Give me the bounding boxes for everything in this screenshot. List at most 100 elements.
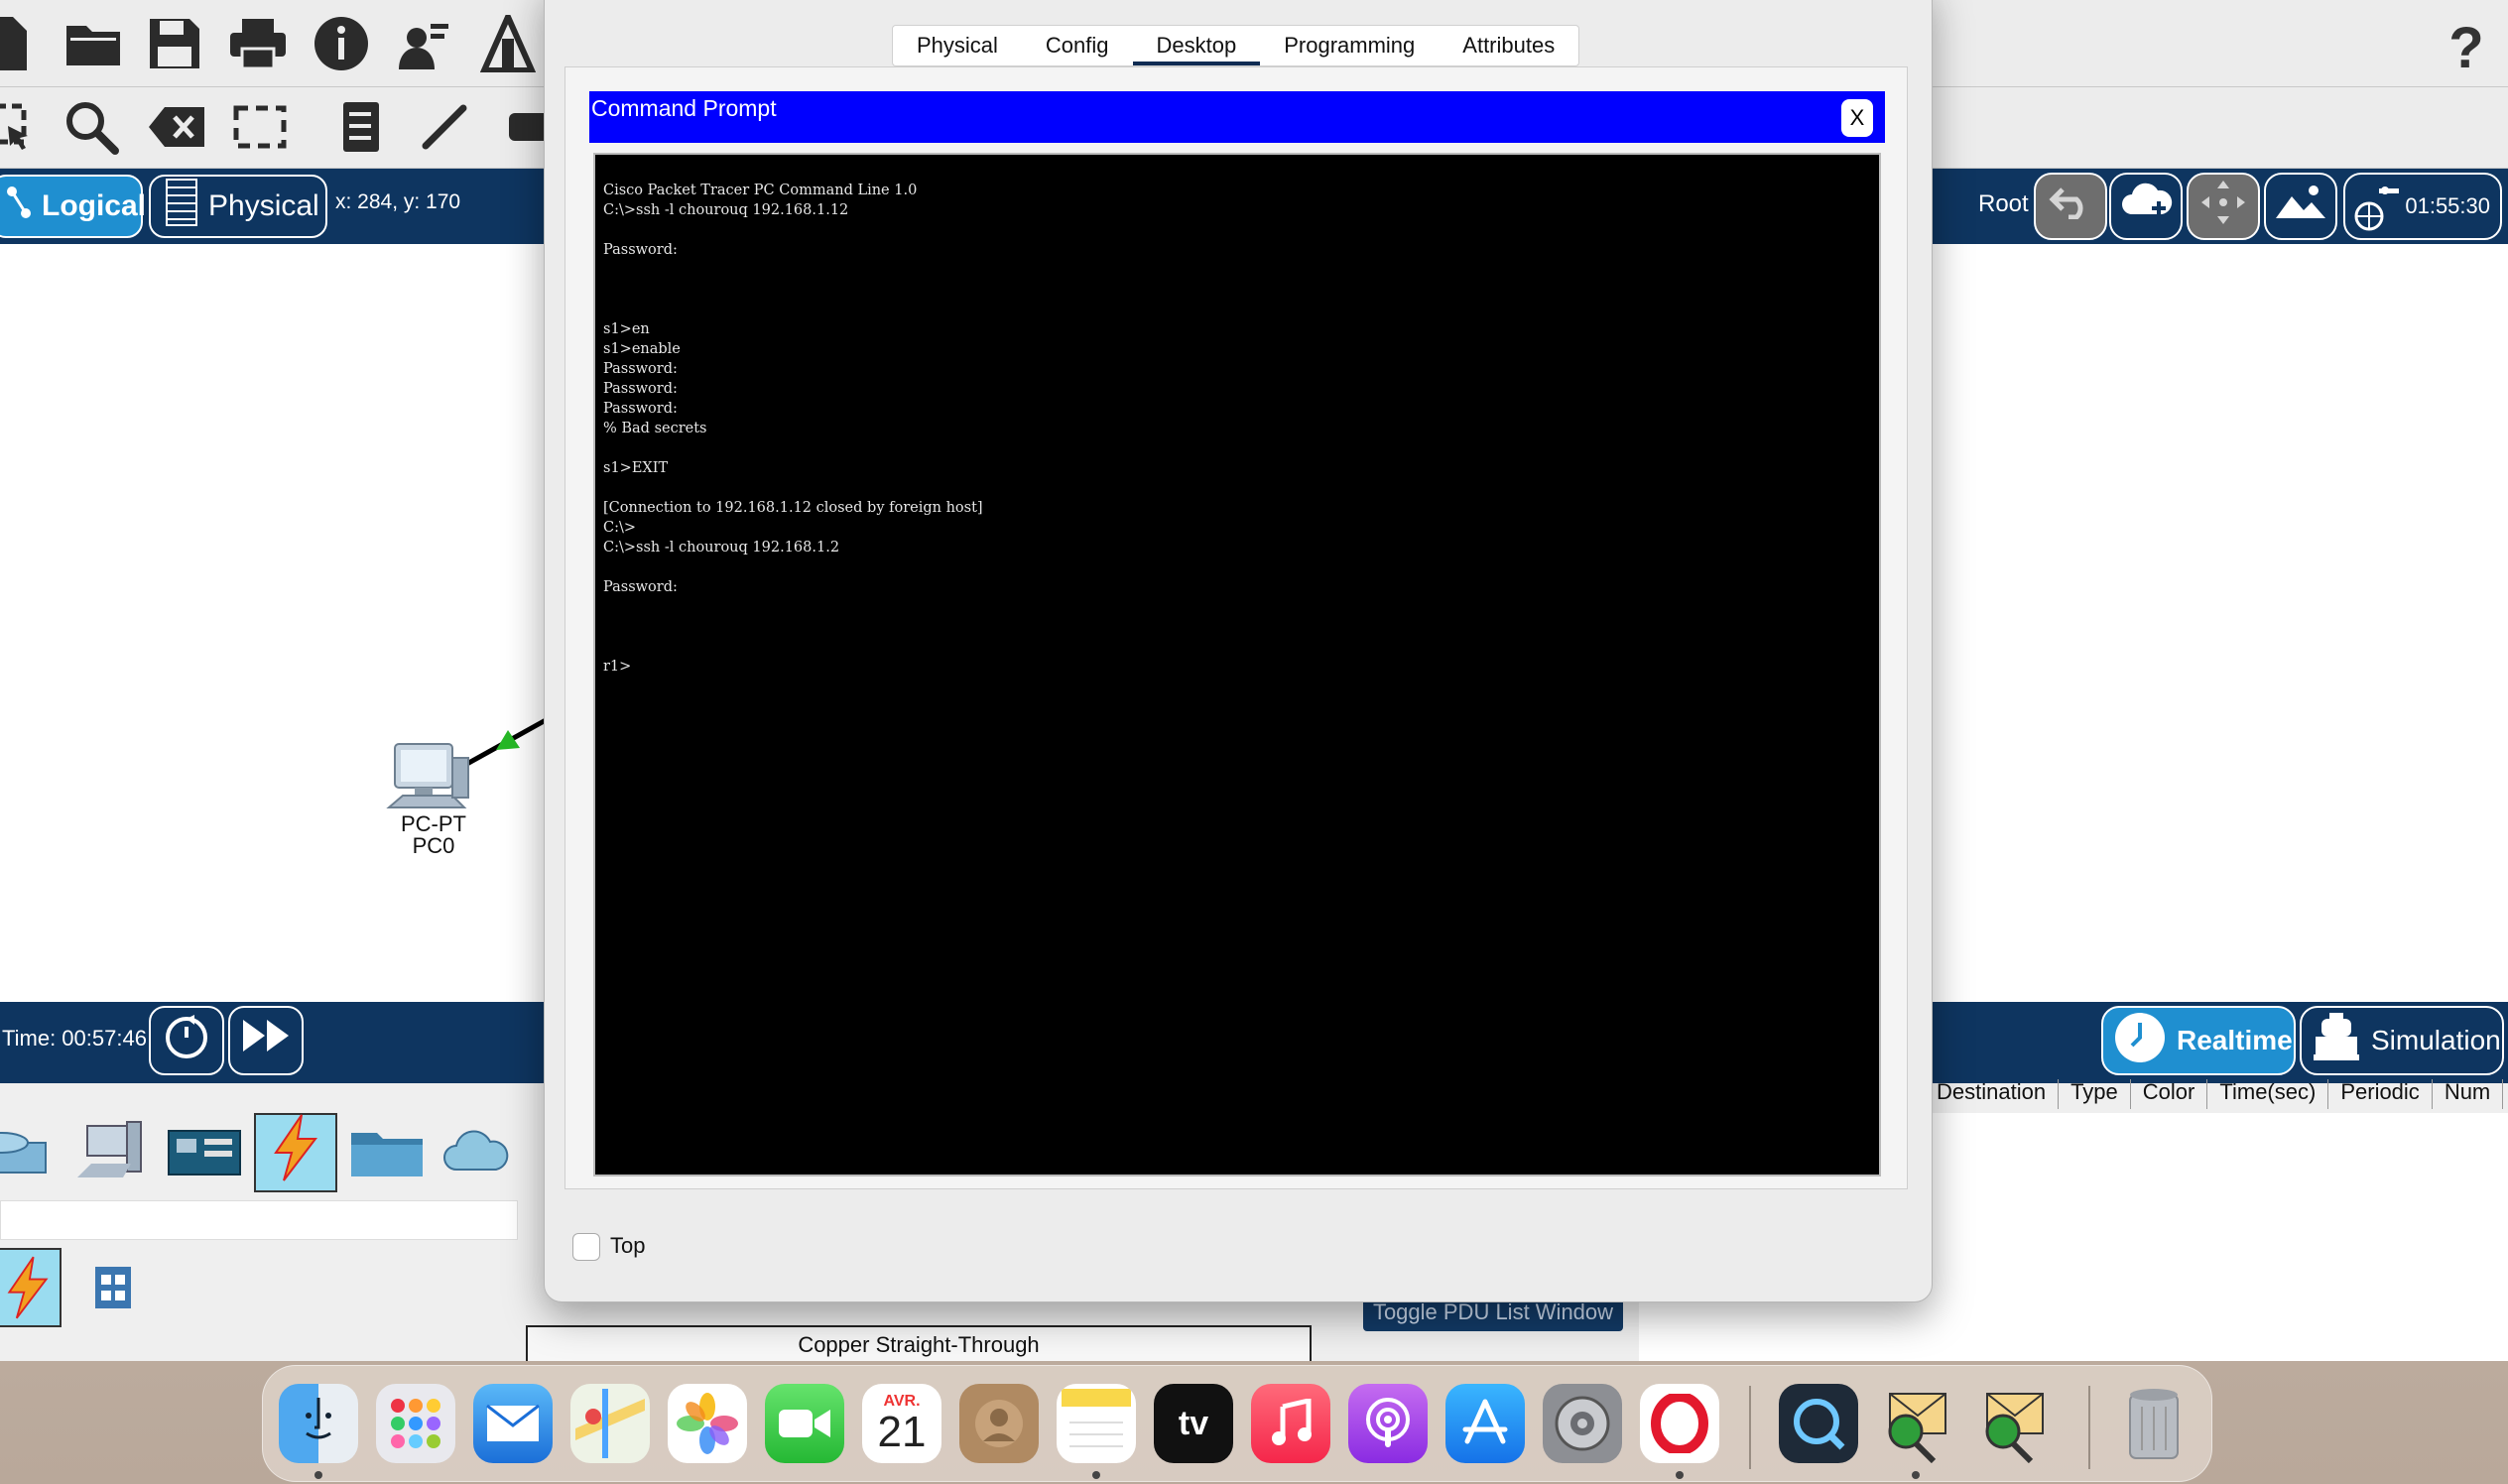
help-icon[interactable]: ? — [2431, 12, 2502, 83]
packet-tracer-window: ? Logical Physical x: 284, y: 170 Root 0… — [0, 0, 2508, 1361]
open-folder-icon[interactable] — [58, 8, 129, 79]
command-prompt-terminal[interactable]: Cisco Packet Tracer PC Command Line 1.0 … — [593, 153, 1881, 1176]
physical-view-button[interactable]: Physical — [149, 175, 327, 238]
logical-view-button[interactable]: Logical — [0, 175, 147, 238]
miscellaneous-category[interactable] — [345, 1113, 429, 1192]
clock-time: 01:55:30 — [2405, 193, 2490, 218]
tab-programming[interactable]: Programming — [1260, 26, 1439, 65]
move-object-button[interactable] — [2187, 173, 2260, 240]
fast-forward-icon — [241, 1018, 291, 1063]
resize-shape-icon[interactable] — [224, 91, 296, 163]
search-icon[interactable] — [56, 91, 127, 163]
simulation-label: Simulation — [2371, 1025, 2501, 1055]
facetime-icon[interactable] — [765, 1384, 844, 1463]
device-type-list[interactable] — [0, 1200, 518, 1240]
podcasts-icon[interactable] — [1348, 1384, 1428, 1463]
app-store-icon[interactable] — [1445, 1384, 1525, 1463]
set-background-button[interactable] — [2264, 173, 2337, 240]
pdu-col-color: Color — [2131, 1079, 2208, 1109]
custom-device-icon[interactable] — [472, 8, 544, 79]
music-icon[interactable] — [1251, 1384, 1330, 1463]
dock-separator — [1749, 1386, 1751, 1469]
cursor-coordinates: x: 284, y: 170 — [335, 190, 461, 213]
apple-tv-label: tv — [1178, 1404, 1209, 1442]
logical-topology-icon — [6, 186, 32, 227]
calendar-day: 21 — [877, 1408, 927, 1456]
print-icon[interactable] — [222, 8, 294, 79]
pdu-col-edit: E — [2503, 1079, 2508, 1109]
pdu-col-time: Time(sec) — [2207, 1079, 2329, 1109]
simulation-time: Time: 00:57:46 — [2, 1026, 147, 1051]
tab-attributes[interactable]: Attributes — [1439, 26, 1578, 65]
tab-desktop[interactable]: Desktop — [1132, 26, 1261, 65]
grid-icon[interactable] — [91, 1260, 135, 1315]
new-cluster-button[interactable] — [2109, 173, 2183, 240]
terminal-output: Cisco Packet Tracer PC Command Line 1.0 … — [603, 183, 983, 675]
activity-wizard-icon[interactable] — [387, 8, 458, 79]
pdu-col-type: Type — [2059, 1079, 2131, 1109]
reset-cycle-icon — [162, 1011, 211, 1070]
system-preferences-icon[interactable] — [1543, 1384, 1622, 1463]
command-prompt-title: Command Prompt — [591, 95, 777, 121]
close-command-prompt-button[interactable]: X — [1841, 99, 1873, 137]
delete-icon[interactable] — [141, 91, 212, 163]
photos-icon[interactable] — [668, 1384, 747, 1463]
launchpad-icon[interactable] — [376, 1384, 455, 1463]
top-checkbox[interactable] — [572, 1233, 600, 1261]
desktop-panel: Command Prompt X Cisco Packet Tracer PC … — [564, 66, 1908, 1189]
fast-forward-button[interactable] — [228, 1006, 304, 1075]
pdu-col-destination: Destination — [1925, 1079, 2060, 1109]
physical-view-label: Physical — [208, 189, 319, 222]
simulation-mode-button[interactable]: Simulation — [2300, 1006, 2504, 1075]
network-devices-category[interactable] — [0, 1113, 54, 1192]
clock-icon — [2113, 1011, 2167, 1071]
apple-tv-icon[interactable]: tv — [1154, 1384, 1233, 1463]
pc0-device[interactable] — [385, 738, 474, 822]
contacts-icon[interactable] — [959, 1384, 1039, 1463]
multiuser-cloud-category[interactable] — [437, 1113, 520, 1192]
dock-separator-trash — [2088, 1386, 2090, 1469]
back-button[interactable] — [2034, 173, 2107, 240]
trash-icon[interactable] — [2114, 1384, 2194, 1463]
maps-icon[interactable] — [570, 1384, 650, 1463]
packet-tracer-second-icon[interactable] — [1973, 1384, 2053, 1463]
realtime-label: Realtime — [2177, 1025, 2293, 1055]
device-tabs: Physical Config Desktop Programming Attr… — [892, 25, 1580, 66]
logical-view-label: Logical — [42, 189, 147, 222]
root-label: Root — [1978, 190, 2029, 217]
power-cycle-button[interactable] — [149, 1006, 224, 1075]
save-icon[interactable] — [139, 8, 210, 79]
pc-icon — [386, 743, 469, 808]
components-category[interactable] — [163, 1113, 246, 1192]
calendar-icon[interactable]: AVR. 21 — [862, 1384, 941, 1463]
tab-physical[interactable]: Physical — [893, 26, 1022, 65]
selected-cable-label: Copper Straight-Through — [526, 1325, 1312, 1361]
opera-running-indicator — [1676, 1471, 1684, 1479]
pc0-config-dialog: Physical Config Desktop Programming Attr… — [544, 0, 1933, 1302]
packet-tracer-running-indicator — [1912, 1471, 1920, 1479]
end-devices-category[interactable] — [69, 1113, 153, 1192]
notes-running-indicator — [1092, 1471, 1100, 1479]
connection-type-auto[interactable] — [0, 1248, 62, 1327]
mail-icon[interactable] — [473, 1384, 553, 1463]
finder-icon[interactable] — [279, 1384, 358, 1463]
quicktime-icon[interactable] — [1779, 1384, 1858, 1463]
macos-dock: AVR. 21 tv — [262, 1365, 2212, 1482]
draw-line-icon[interactable] — [409, 91, 480, 163]
notes-icon[interactable] — [1057, 1384, 1136, 1463]
link-status-up-icon — [496, 730, 520, 750]
pdu-col-periodic: Periodic — [2328, 1079, 2433, 1109]
note-icon[interactable] — [325, 91, 397, 163]
realtime-mode-button[interactable]: Realtime — [2101, 1006, 2296, 1075]
info-icon[interactable] — [306, 8, 377, 79]
landscape-image-icon — [2274, 183, 2327, 231]
pc0-name-label: PC0 — [412, 833, 455, 858]
new-file-icon[interactable] — [0, 8, 42, 79]
connections-category[interactable] — [254, 1113, 337, 1192]
viewport-clock-button[interactable]: 01:55:30 — [2343, 173, 2502, 240]
undo-arrow-icon — [2049, 186, 2092, 228]
tab-config[interactable]: Config — [1022, 26, 1133, 65]
opera-icon[interactable] — [1640, 1384, 1719, 1463]
packet-tracer-icon[interactable] — [1876, 1384, 1955, 1463]
select-icon[interactable] — [0, 91, 42, 163]
